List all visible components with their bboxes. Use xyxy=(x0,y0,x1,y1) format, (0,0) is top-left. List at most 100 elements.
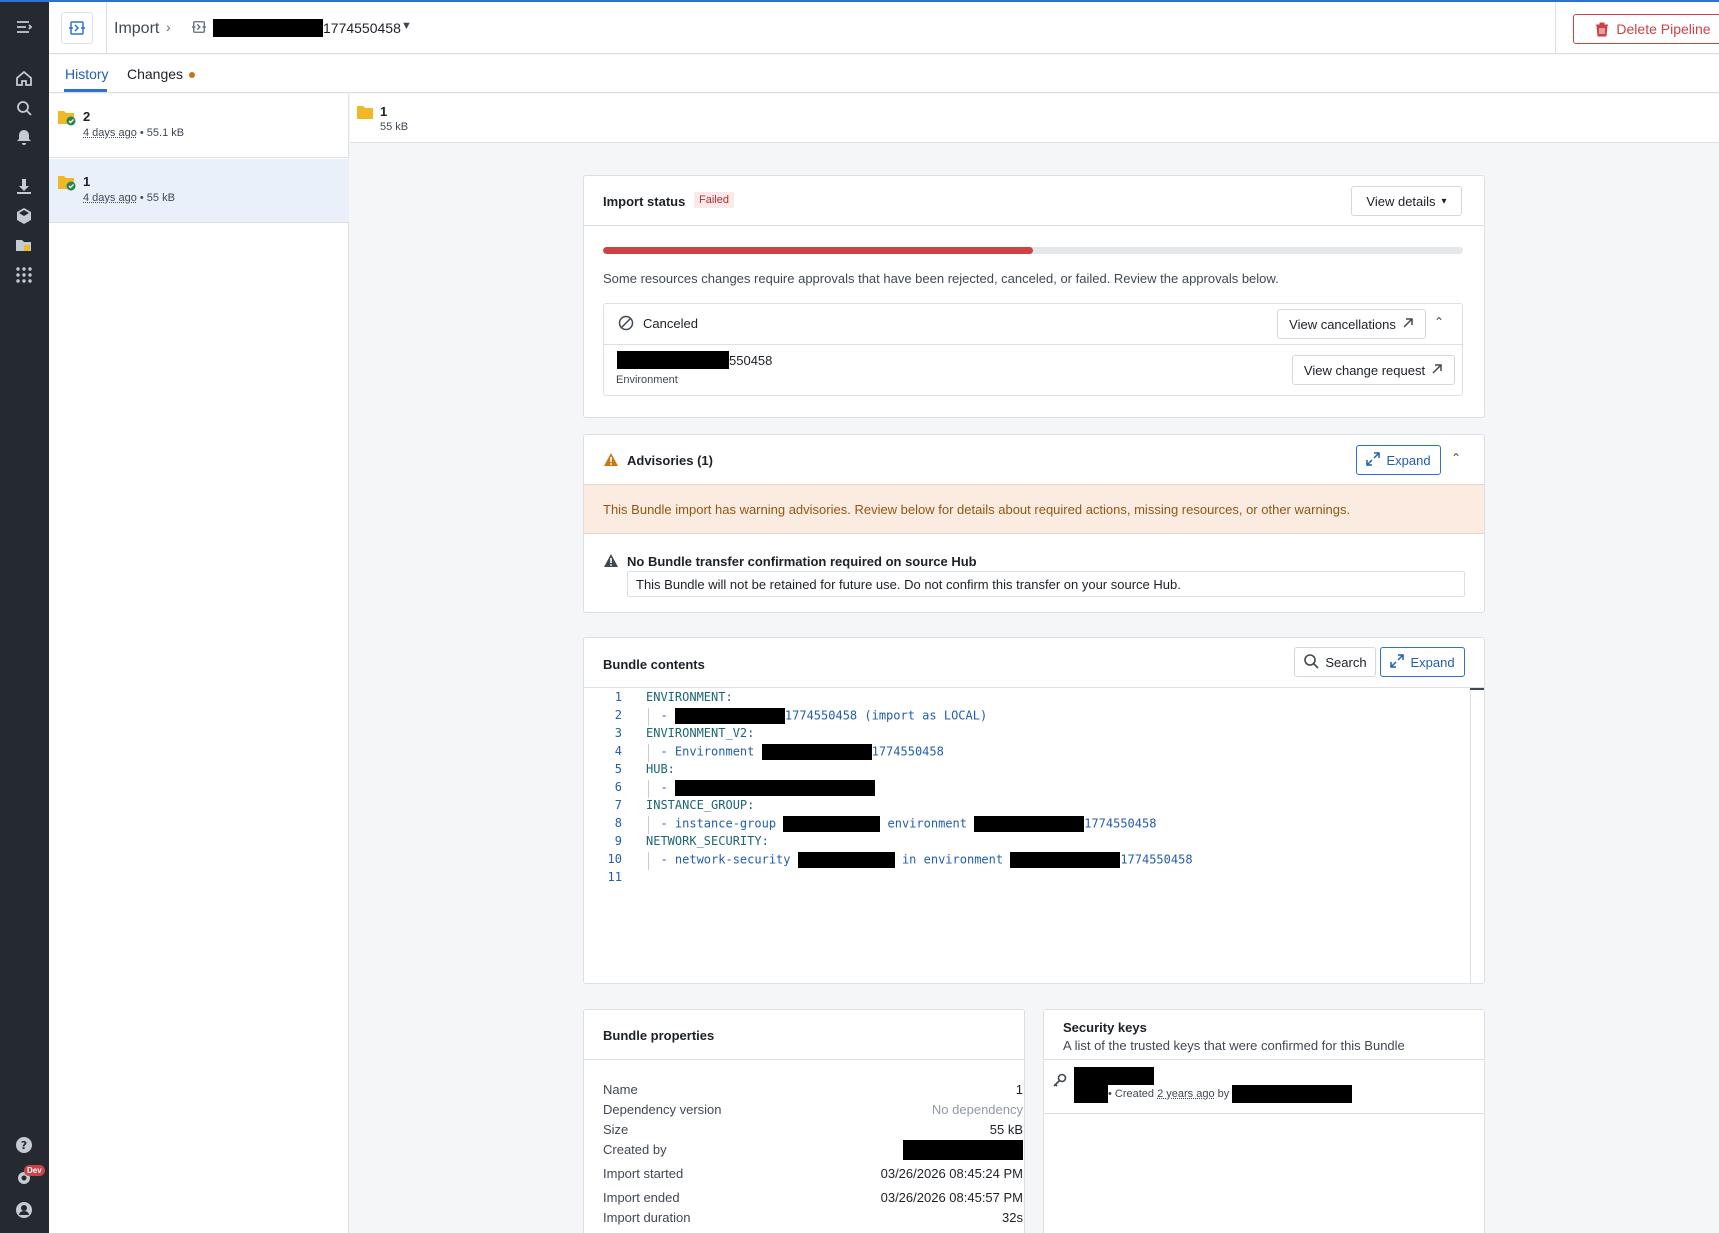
expand-icon xyxy=(1366,451,1381,469)
history-item-meta: 4 days ago • 55.1 kB xyxy=(83,127,185,139)
property-value: 03/26/2026 08:45:24 PM xyxy=(880,1166,1023,1181)
redacted-block xyxy=(797,852,895,868)
code-text: NETWORK_SECURITY: xyxy=(646,834,769,848)
property-value: 03/26/2026 08:45:57 PM xyxy=(880,1190,1023,1205)
import-status-title: Import status xyxy=(603,194,686,209)
property-value: 32s xyxy=(1002,1210,1023,1225)
warning-icon xyxy=(603,452,619,470)
search-icon[interactable] xyxy=(14,98,34,118)
code-line: 6 - xyxy=(584,780,1474,798)
approval-item-name: 550458 xyxy=(617,351,772,369)
pipeline-dropdown-caret-icon[interactable]: ▼ xyxy=(401,20,412,32)
folder-icon xyxy=(356,104,374,123)
property-value: 55 kB xyxy=(989,1122,1023,1137)
code-line: 3 ENVIRONMENT_V2: xyxy=(584,726,1474,744)
warning-outline-icon xyxy=(603,553,619,571)
breadcrumb-pipeline-name[interactable]: 1774550458 xyxy=(213,19,401,37)
history-item-meta: 4 days ago • 55 kB xyxy=(83,192,175,204)
page-header: Import › 1774550458 ▼ Delete Pipeline xyxy=(49,2,1719,54)
collapse-chevron-icon[interactable]: ⌃ xyxy=(1451,451,1461,465)
import-progress-fill xyxy=(603,247,1033,254)
bundle-contents-card: Bundle contents Search Expand 1 ENVIRONME… xyxy=(583,637,1485,984)
view-cancellations-button[interactable]: View cancellations xyxy=(1277,309,1426,339)
redacted-block xyxy=(1074,1085,1108,1103)
code-text: - xyxy=(646,780,875,796)
pipeline-app-button[interactable] xyxy=(61,12,93,44)
divider xyxy=(1044,1059,1484,1060)
chevron-down-icon: ▾ xyxy=(1441,195,1447,207)
tab-history[interactable]: History xyxy=(65,66,109,82)
breadcrumb-import[interactable]: Import xyxy=(114,20,159,38)
bundle-expand-button[interactable]: Expand xyxy=(1380,647,1465,677)
property-label: Name xyxy=(603,1082,638,1097)
trash-icon xyxy=(1596,22,1609,36)
cube-icon[interactable] xyxy=(14,206,34,226)
view-details-dropdown[interactable]: View details ▾ xyxy=(1351,186,1462,216)
history-item[interactable]: 2 4 days ago • 55.1 kB xyxy=(49,94,349,158)
divider xyxy=(584,1059,1024,1060)
advisories-expand-button[interactable]: Expand xyxy=(1356,445,1441,475)
canceled-label: Canceled xyxy=(643,316,698,331)
advisory-item-title: No Bundle transfer confirmation required… xyxy=(627,554,977,569)
redacted-block xyxy=(761,744,872,760)
home-icon[interactable] xyxy=(14,68,34,88)
import-progress-bar xyxy=(603,247,1463,254)
redacted-block xyxy=(1074,1067,1154,1085)
delete-pipeline-button[interactable]: Delete Pipeline xyxy=(1573,14,1719,44)
code-viewer[interactable]: 1 ENVIRONMENT: 2 - 1774550458 (import as L… xyxy=(584,688,1484,988)
tab-bar: History Changes xyxy=(49,55,1719,93)
property-label: Dependency version xyxy=(603,1102,722,1117)
line-number: 10 xyxy=(607,852,622,866)
line-number: 8 xyxy=(614,816,622,830)
divider xyxy=(584,225,1484,226)
approval-group: Canceled View cancellations ⌃ 550458 Env… xyxy=(603,303,1463,396)
code-line: 4 - Environment 1774550458 xyxy=(584,744,1474,762)
property-label: Size xyxy=(603,1122,629,1137)
menu-icon[interactable] xyxy=(14,17,34,37)
redacted-block xyxy=(974,816,1085,832)
line-number: 9 xyxy=(614,834,622,848)
view-change-request-button[interactable]: View change request xyxy=(1292,355,1455,385)
property-label: Import ended xyxy=(603,1190,680,1205)
main-panel: 1 55 kB Import status Failed View detail… xyxy=(350,94,1719,1233)
code-text: HUB: xyxy=(646,762,675,776)
apps-grid-icon[interactable] xyxy=(14,265,34,285)
code-line: 7 INSTANCE_GROUP: xyxy=(584,798,1474,816)
app-root: ? Dev Import › 1774550458 ▼ Delete Pipel… xyxy=(0,0,1719,1233)
advisory-warning-banner: This Bundle import has warning advisorie… xyxy=(584,484,1484,534)
help-icon[interactable]: ? xyxy=(14,1135,34,1155)
app-rail: ? Dev xyxy=(0,2,49,1233)
account-icon[interactable] xyxy=(14,1200,34,1220)
upload-icon[interactable] xyxy=(14,176,34,196)
code-line: 8 - instance-group environment 177455045… xyxy=(584,816,1474,834)
history-panel: 2 4 days ago • 55.1 kB 1 4 days ago • 55… xyxy=(49,94,349,1233)
property-value: No dependency xyxy=(931,1102,1023,1117)
history-item-selected[interactable]: 1 4 days ago • 55 kB xyxy=(49,159,349,223)
collapse-chevron-icon[interactable]: ⌃ xyxy=(1434,315,1444,329)
ban-icon xyxy=(618,315,634,334)
code-text: - network-security in environment 177455… xyxy=(646,852,1193,868)
bell-icon[interactable] xyxy=(14,127,34,147)
property-label: Import started xyxy=(603,1166,684,1181)
bundle-search-button[interactable]: Search xyxy=(1294,647,1376,677)
approval-item-type: Environment xyxy=(616,374,678,386)
breadcrumb-chevron-icon: › xyxy=(166,19,171,35)
folder-cube-icon[interactable] xyxy=(14,235,34,255)
unsaved-changes-dot xyxy=(189,72,196,79)
import-status-card: Import status Failed View details ▾ Some… xyxy=(583,175,1485,418)
code-text: ENVIRONMENT_V2: xyxy=(646,726,755,740)
advisories-title: Advisories (1) xyxy=(627,453,713,468)
code-text: ENVIRONMENT: xyxy=(646,690,733,704)
divider xyxy=(1044,1113,1484,1114)
redacted-block xyxy=(674,708,785,724)
dev-badge: Dev xyxy=(24,1165,45,1176)
code-line: 9 NETWORK_SECURITY: xyxy=(584,834,1474,852)
security-key-meta: • Created 2 years ago by xyxy=(1074,1085,1353,1103)
tab-changes[interactable]: Changes xyxy=(127,66,196,82)
security-keys-card: Security keys A list of the trusted keys… xyxy=(1043,1009,1485,1233)
property-label: Created by xyxy=(603,1142,667,1157)
line-number: 2 xyxy=(614,708,622,722)
code-line: 1 ENVIRONMENT: xyxy=(584,690,1474,708)
redacted-block xyxy=(903,1140,1023,1160)
expand-icon xyxy=(1390,653,1405,671)
